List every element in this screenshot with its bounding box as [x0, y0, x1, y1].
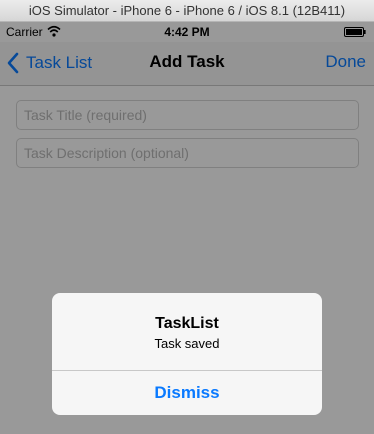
simulator-title: iOS Simulator - iPhone 6 - iPhone 6 / iO…	[28, 3, 346, 18]
simulator-title-bar: iOS Simulator - iPhone 6 - iPhone 6 / iO…	[0, 0, 374, 22]
device-screen: Carrier 4:42 PM Task List Add Task Done …	[0, 22, 374, 434]
alert-dialog: TaskList Task saved Dismiss	[52, 293, 322, 415]
alert-message: Task saved	[154, 336, 220, 351]
dismiss-button[interactable]: Dismiss	[52, 371, 322, 415]
alert-title: TaskList	[155, 315, 219, 332]
